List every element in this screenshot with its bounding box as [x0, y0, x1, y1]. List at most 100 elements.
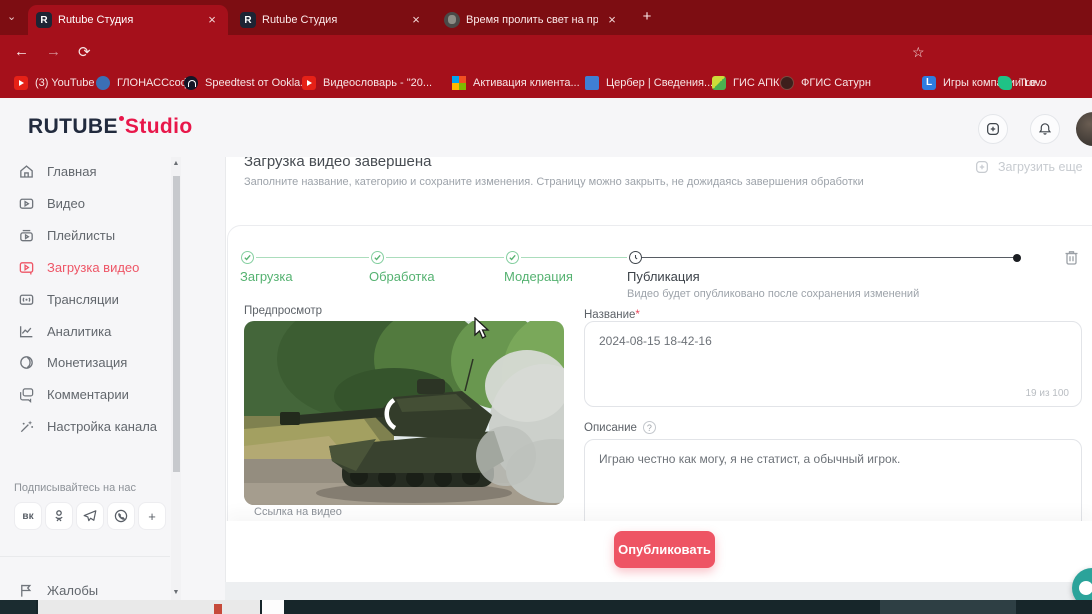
- sidebar-item-monetization[interactable]: Монетизация: [0, 346, 168, 378]
- title-input[interactable]: [585, 322, 1081, 406]
- step-connector-pending: [638, 257, 1016, 258]
- sidebar-item-analytics[interactable]: Аналитика: [0, 315, 168, 347]
- step-clock-icon: [629, 251, 642, 264]
- browser-tab-bar: ⌄ R Rutube Студия × R Rutube Студия × Вр…: [0, 0, 1092, 35]
- bookmark-item[interactable]: Цербер | Сведения...: [585, 75, 713, 91]
- step-label-processing: Обработка: [369, 269, 435, 284]
- sidebar-item-channel-settings[interactable]: Настройка канала: [0, 410, 168, 442]
- monetization-icon: [20, 355, 33, 369]
- browser-tab-2[interactable]: R Rutube Студия ×: [232, 5, 432, 35]
- bookmark-item[interactable]: Видеословарь - "20...: [302, 75, 432, 91]
- speedtest-icon: [184, 76, 198, 90]
- user-avatar[interactable]: [1076, 112, 1092, 146]
- bookmark-item[interactable]: ГЛОНАССсофт: [96, 75, 195, 91]
- comments-icon: [20, 387, 34, 403]
- taskbar-start-segment: [0, 600, 36, 614]
- add-social-button[interactable]: +: [138, 502, 166, 530]
- tab-close-icon[interactable]: ×: [204, 12, 220, 28]
- magic-wand-icon: [20, 420, 34, 432]
- taskbar-tray-segment: [880, 600, 1016, 614]
- bookmark-item[interactable]: Активация клиента...: [452, 75, 580, 91]
- vk-icon[interactable]: вк: [14, 502, 42, 530]
- sidebar-item-videos[interactable]: Видео: [0, 187, 168, 219]
- tab-title: Время пролить свет на прош...: [466, 14, 598, 26]
- preview-label: Предпросмотр: [244, 305, 322, 317]
- title-field: 19 из 100: [584, 321, 1082, 407]
- scroll-up-icon[interactable]: ▲: [171, 160, 181, 167]
- video-link-label: Ссылка на видео: [254, 506, 342, 518]
- step-done-icon: [371, 251, 384, 264]
- sidebar-item-broadcasts[interactable]: Трансляции: [0, 283, 168, 315]
- taskbar-icon-segment: [262, 600, 284, 614]
- viber-icon[interactable]: [107, 502, 135, 530]
- upload-video-icon: [19, 261, 34, 274]
- step-label-upload: Загрузка: [240, 269, 293, 284]
- create-upload-button[interactable]: [978, 114, 1008, 144]
- microsoft-icon: [452, 76, 466, 90]
- telegram-icon[interactable]: [76, 502, 104, 530]
- page-title: Загрузка видео завершена: [244, 157, 432, 170]
- step-end-dot: [1013, 254, 1021, 262]
- rutube-studio-logo[interactable]: RUTUBE Studio: [28, 115, 193, 139]
- step-done-icon: [241, 251, 254, 264]
- tab-title: Rutube Студия: [58, 14, 134, 26]
- page-subtitle: Заполните название, категорию и сохранит…: [244, 176, 864, 188]
- footer-action-bar: Опубликовать: [226, 521, 1092, 582]
- bookmarks-bar: (3) YouTube ГЛОНАССсофт Speedtest от Ook…: [0, 68, 1092, 98]
- forward-icon[interactable]: →: [46, 43, 61, 60]
- analytics-icon: [19, 325, 33, 337]
- page-bottom-strip: [225, 582, 1092, 600]
- browser-tab-1[interactable]: R Rutube Студия ×: [28, 5, 228, 35]
- notifications-button[interactable]: [1030, 114, 1060, 144]
- char-counter: 19 из 100: [1025, 388, 1069, 399]
- tab-close-icon[interactable]: ×: [408, 12, 424, 28]
- bookmark-item[interactable]: ФГИС Сатурн: [780, 75, 871, 91]
- description-field-label: Описание ?: [584, 421, 656, 434]
- uploader-content: Загрузка видео завершена Заполните назва…: [225, 157, 1092, 582]
- tab-search-chevron-icon[interactable]: ⌄: [7, 10, 16, 23]
- odnoklassniki-icon[interactable]: [45, 502, 73, 530]
- plus-square-icon: [987, 123, 999, 135]
- tab-close-icon[interactable]: ×: [604, 12, 620, 28]
- bookmark-item[interactable]: Trovo: [998, 75, 1047, 91]
- flag-icon: [21, 584, 32, 597]
- browser-tab-3[interactable]: Время пролить свет на прош... ×: [436, 5, 628, 35]
- trovo-icon: [998, 76, 1012, 90]
- bookmark-star-icon[interactable]: ☆: [912, 44, 925, 61]
- scroll-down-icon[interactable]: ▼: [171, 589, 181, 596]
- sidebar-item-comments[interactable]: Комментарии: [0, 378, 168, 410]
- youtube-icon: [14, 76, 28, 90]
- logo-dot: [118, 116, 124, 121]
- help-icon[interactable]: ?: [642, 421, 656, 434]
- sidebar-item-home[interactable]: Главная: [0, 155, 168, 187]
- upload-more-button[interactable]: Загрузить еще: [974, 159, 1083, 175]
- sidebar-item-upload-video[interactable]: Загрузка видео: [0, 251, 168, 283]
- bell-icon: [1038, 123, 1052, 135]
- step-label-publication: Публикация: [627, 269, 700, 284]
- bookmark-item[interactable]: Speedtest от Ookla...: [184, 75, 309, 91]
- step-label-moderation: Модерация: [504, 269, 573, 284]
- bookmark-item[interactable]: ГИС АПК: [712, 75, 779, 91]
- bookmark-item[interactable]: (3) YouTube: [14, 75, 95, 91]
- delete-trash-icon[interactable]: [1062, 248, 1081, 267]
- refresh-icon[interactable]: ⟳: [78, 43, 91, 61]
- rutube-favicon: R: [36, 12, 52, 28]
- sidebar-scrollbar[interactable]: ▲ ▼: [171, 157, 181, 600]
- home-icon: [20, 164, 33, 178]
- youtube-icon: [302, 76, 316, 90]
- playlists-icon: [20, 229, 33, 241]
- broadcast-icon: [19, 294, 34, 305]
- taskbar-search-box[interactable]: [38, 600, 260, 614]
- step-connector: [386, 257, 504, 258]
- back-icon[interactable]: ←: [14, 43, 29, 60]
- step-done-icon: [506, 251, 519, 264]
- publish-button[interactable]: Опубликовать: [614, 531, 715, 568]
- rutube-favicon: R: [240, 12, 256, 28]
- glonass-icon: [96, 76, 110, 90]
- game-favicon: [444, 12, 460, 28]
- scrollbar-thumb[interactable]: [172, 176, 180, 472]
- taskbar: [0, 600, 1092, 614]
- step-connector: [521, 257, 627, 258]
- new-tab-button[interactable]: +: [638, 8, 656, 26]
- sidebar-item-playlists[interactable]: Плейлисты: [0, 219, 168, 251]
